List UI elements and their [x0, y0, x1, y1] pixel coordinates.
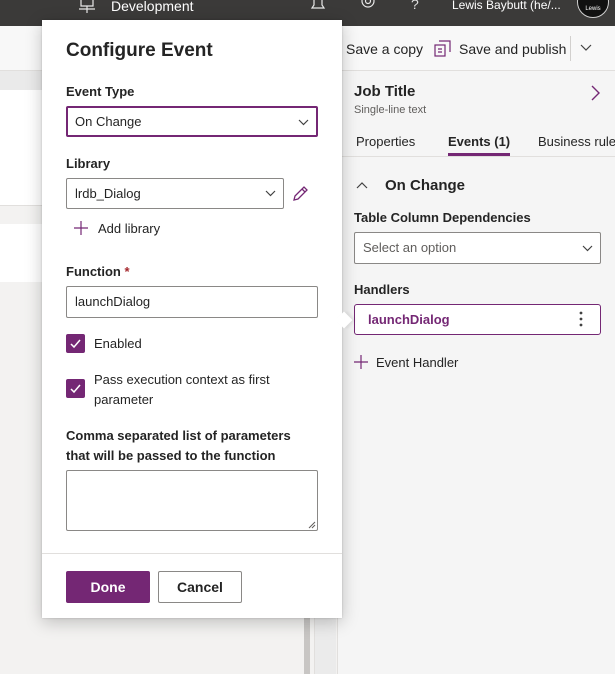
save-a-copy-button[interactable]: Save a copy: [346, 26, 423, 71]
dependencies-placeholder: Select an option: [363, 240, 457, 255]
enabled-checkbox[interactable]: [66, 334, 85, 353]
chevron-down-icon: [582, 245, 593, 252]
library-value: lrdb_Dialog: [75, 186, 141, 201]
handlers-label: Handlers: [354, 282, 410, 297]
column-title: Job Title: [354, 83, 416, 100]
tab-events[interactable]: Events (1): [448, 134, 511, 156]
plus-icon: [354, 355, 368, 369]
chevron-down-icon: [265, 190, 276, 197]
pass-context-checkbox[interactable]: [66, 379, 85, 398]
form-section[interactable]: [0, 90, 44, 206]
enabled-label: Enabled: [94, 336, 142, 351]
resize-grip-icon[interactable]: [308, 521, 316, 529]
dialog-title: Configure Event: [66, 40, 213, 61]
dependencies-label: Table Column Dependencies: [354, 210, 531, 225]
save-and-publish-button[interactable]: Save and publish: [434, 26, 566, 71]
tab-business-rules[interactable]: Business rule: [538, 134, 615, 149]
event-type-value: On Change: [75, 114, 142, 129]
save-and-publish-label: Save and publish: [459, 40, 567, 57]
chevron-down-icon[interactable]: [580, 42, 592, 54]
handler-item[interactable]: launchDialog: [354, 304, 601, 335]
environment-label[interactable]: Development: [111, 0, 194, 14]
function-input[interactable]: launchDialog: [66, 286, 318, 318]
configure-event-dialog: Configure Event Event Type On Change Lib…: [42, 20, 353, 618]
chevron-up-icon[interactable]: [356, 179, 368, 191]
form-canvas-header: [0, 71, 44, 90]
pass-context-checkbox-row[interactable]: Pass execution context as first paramete…: [66, 370, 294, 410]
cancel-label: Cancel: [177, 579, 223, 595]
dependencies-dropdown[interactable]: Select an option: [354, 232, 601, 264]
parameters-label: Comma separated list of parameters that …: [66, 428, 291, 463]
chevron-down-icon: [298, 119, 309, 126]
column-type: Single-line text: [354, 104, 427, 116]
more-options-icon[interactable]: [579, 311, 583, 327]
enabled-checkbox-row[interactable]: Enabled: [66, 334, 142, 354]
save-a-copy-label: Save a copy: [346, 40, 424, 57]
handler-name: launchDialog: [368, 312, 450, 327]
done-button[interactable]: Done: [66, 571, 150, 603]
checkmark-icon: [70, 384, 81, 394]
form-section[interactable]: [0, 224, 44, 282]
function-value: launchDialog: [75, 294, 151, 309]
done-label: Done: [90, 579, 126, 595]
properties-tabs: Properties Events (1) Business rule: [338, 133, 615, 157]
cancel-button[interactable]: Cancel: [158, 571, 242, 603]
library-dropdown[interactable]: lrdb_Dialog: [66, 178, 284, 209]
checkmark-icon: [70, 339, 81, 349]
plus-icon: [74, 221, 88, 235]
function-label-text: Function: [66, 264, 121, 279]
help-icon[interactable]: ?: [411, 0, 419, 12]
user-name[interactable]: Lewis Baybutt (he/...: [452, 0, 561, 12]
add-event-handler-button[interactable]: Event Handler: [354, 353, 458, 371]
publish-icon: [434, 40, 451, 57]
gear-icon[interactable]: [359, 0, 377, 14]
command-divider: [570, 36, 571, 61]
pencil-icon[interactable]: [292, 185, 309, 202]
avatar[interactable]: Lewis: [577, 0, 609, 18]
bell-icon[interactable]: [310, 0, 326, 14]
tab-properties[interactable]: Properties: [356, 134, 415, 149]
add-event-handler-label: Event Handler: [376, 354, 459, 370]
properties-panel: Job Title Single-line text Properties Ev…: [337, 71, 615, 674]
required-marker: *: [124, 264, 130, 279]
avatar-text: Lewis: [585, 6, 601, 12]
event-type-label: Event Type: [66, 84, 135, 99]
add-library-button[interactable]: Add library: [74, 219, 160, 237]
parameters-textarea[interactable]: [66, 470, 318, 531]
library-label: Library: [66, 156, 111, 171]
environment-icon[interactable]: [78, 0, 96, 14]
event-type-dropdown[interactable]: On Change: [66, 106, 318, 137]
event-section-title[interactable]: On Change: [385, 177, 465, 194]
pass-context-label: Pass execution context as first paramete…: [94, 372, 270, 407]
chevron-right-icon[interactable]: [589, 85, 601, 101]
function-label: Function *: [66, 264, 130, 279]
dialog-footer-divider: [42, 553, 342, 554]
add-library-label: Add library: [98, 220, 161, 236]
